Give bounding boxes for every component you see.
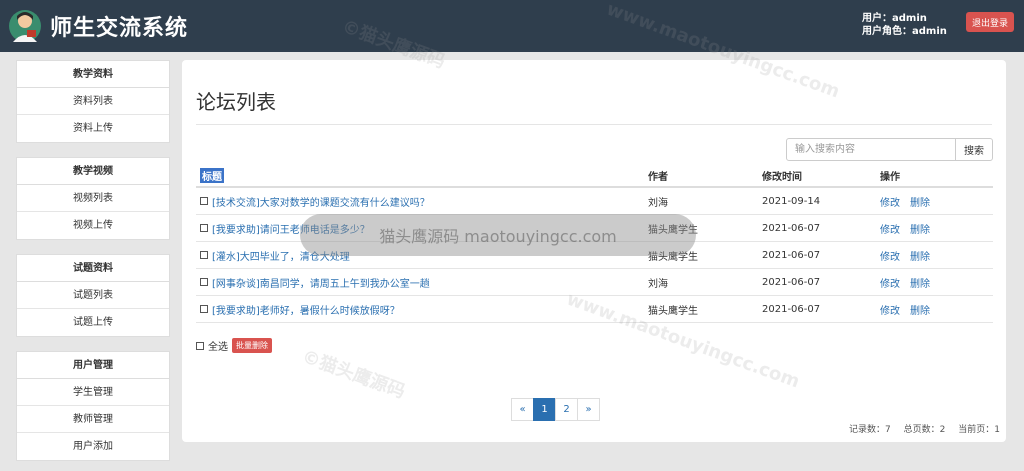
post-title-link[interactable]: [技术交流]大家对数学的课题交流有什么建议吗？ (212, 194, 430, 209)
sidebar-item-material-list[interactable]: 资料列表 (17, 88, 169, 115)
sidebar-item-exam-list[interactable]: 试题列表 (17, 282, 169, 309)
post-title-link[interactable]: [灌水]大四毕业了，清仓大处理 (212, 248, 350, 263)
row-checkbox[interactable] (200, 224, 208, 232)
pagination: « 1 2 » (511, 398, 600, 421)
table-row: [网事杂谈]南昌同学，请周五上午到我办公室一趟 刘海 2021-06-07 修改… (196, 269, 993, 296)
delete-link[interactable]: 删除 (910, 221, 930, 236)
page-next[interactable]: » (577, 398, 600, 421)
post-time: 2021-06-07 (762, 222, 821, 234)
post-author: 猫头鹰学生 (648, 305, 698, 317)
row-checkbox[interactable] (200, 278, 208, 286)
post-author: 刘海 (648, 197, 668, 209)
teacher-avatar-icon (9, 10, 41, 42)
table-row: [我要求助]老师好，暑假什么时候放假呀？ 猫头鹰学生 2021-06-07 修改… (196, 296, 993, 323)
menu-group-materials: 教学资料 资料列表 资料上传 (16, 60, 170, 143)
menu-group-title: 教学视频 (17, 158, 169, 185)
app-title: 师生交流系统 (50, 16, 189, 41)
logout-button[interactable]: 退出登录 (966, 12, 1014, 32)
menu-group-title: 教学资料 (17, 61, 169, 88)
sidebar: 教学资料 资料列表 资料上传 教学视频 视频列表 视频上传 试题资料 试题列表 … (16, 60, 170, 471)
column-header-author: 作者 (648, 171, 668, 183)
main-panel: 论坛列表 搜索 标题 作者 修改时间 操作 [技术交流]大家对数学的课题交流有什… (182, 60, 1006, 442)
post-author: 猫头鹰学生 (648, 251, 698, 263)
menu-group-users: 用户管理 学生管理 教师管理 用户添加 (16, 351, 170, 461)
top-header: 师生交流系统 用户：admin 用户角色：admin 退出登录 (0, 0, 1024, 52)
sidebar-item-exam-upload[interactable]: 试题上传 (17, 309, 169, 336)
post-author: 猫头鹰学生 (648, 224, 698, 236)
post-title-link[interactable]: [我要求助]请问王老师电话是多少？ (212, 221, 370, 236)
forum-table: 标题 作者 修改时间 操作 [技术交流]大家对数学的课题交流有什么建议吗？ 刘海… (196, 164, 993, 323)
menu-group-title: 试题资料 (17, 255, 169, 282)
edit-link[interactable]: 修改 (880, 302, 900, 317)
search-input[interactable] (786, 138, 956, 161)
column-header-title[interactable]: 标题 (200, 167, 224, 183)
post-title-link[interactable]: [我要求助]老师好，暑假什么时候放假呀？ (212, 302, 400, 317)
sidebar-item-video-upload[interactable]: 视频上传 (17, 212, 169, 239)
sidebar-item-video-list[interactable]: 视频列表 (17, 185, 169, 212)
sidebar-item-user-add[interactable]: 用户添加 (17, 433, 169, 460)
table-header: 标题 作者 修改时间 操作 (196, 164, 993, 188)
table-row: [技术交流]大家对数学的课题交流有什么建议吗？ 刘海 2021-09-14 修改… (196, 188, 993, 215)
total-pages: 总页数：2 (903, 425, 946, 435)
edit-link[interactable]: 修改 (880, 275, 900, 290)
record-count: 记录数：7 (849, 425, 891, 435)
row-checkbox[interactable] (200, 197, 208, 205)
current-page: 当前页：1 (958, 425, 1000, 435)
row-checkbox[interactable] (200, 305, 208, 313)
post-title-link[interactable]: [网事杂谈]南昌同学，请周五上午到我办公室一趟 (212, 275, 430, 290)
post-time: 2021-06-07 (762, 303, 821, 315)
select-all-bar: 全选 批量删除 (196, 338, 272, 353)
edit-link[interactable]: 修改 (880, 248, 900, 263)
menu-group-videos: 教学视频 视频列表 视频上传 (16, 157, 170, 240)
divider (196, 124, 992, 125)
post-time: 2021-06-07 (762, 249, 821, 261)
sidebar-item-teacher-manage[interactable]: 教师管理 (17, 406, 169, 433)
delete-link[interactable]: 删除 (910, 248, 930, 263)
column-header-time: 修改时间 (762, 171, 802, 183)
post-author: 刘海 (648, 278, 668, 290)
page-2[interactable]: 2 (555, 398, 578, 421)
delete-link[interactable]: 删除 (910, 275, 930, 290)
search-button[interactable]: 搜索 (955, 138, 993, 161)
menu-group-title: 用户管理 (17, 352, 169, 379)
user-info: 用户：admin 用户角色：admin (862, 12, 947, 38)
user-name: 用户：admin (862, 13, 927, 24)
page-1[interactable]: 1 (533, 398, 556, 421)
menu-group-exams: 试题资料 试题列表 试题上传 (16, 254, 170, 337)
edit-link[interactable]: 修改 (880, 194, 900, 209)
delete-link[interactable]: 删除 (910, 194, 930, 209)
user-role: 用户角色：admin (862, 26, 947, 37)
batch-delete-button[interactable]: 批量删除 (232, 338, 272, 353)
select-all-checkbox[interactable] (196, 341, 204, 350)
edit-link[interactable]: 修改 (880, 221, 900, 236)
page-prev[interactable]: « (511, 398, 534, 421)
table-row: [我要求助]请问王老师电话是多少？ 猫头鹰学生 2021-06-07 修改 删除 (196, 215, 993, 242)
post-time: 2021-09-14 (762, 195, 821, 207)
post-time: 2021-06-07 (762, 276, 821, 288)
delete-link[interactable]: 删除 (910, 302, 930, 317)
row-checkbox[interactable] (200, 251, 208, 259)
page-title: 论坛列表 (196, 90, 276, 114)
table-row: [灌水]大四毕业了，清仓大处理 猫头鹰学生 2021-06-07 修改 删除 (196, 242, 993, 269)
sidebar-item-material-upload[interactable]: 资料上传 (17, 115, 169, 142)
record-stats: 记录数：7 总页数：2 当前页：1 (839, 422, 1000, 435)
sidebar-item-student-manage[interactable]: 学生管理 (17, 379, 169, 406)
column-header-ops: 操作 (880, 171, 900, 183)
select-all-label[interactable]: 全选 (208, 338, 228, 353)
